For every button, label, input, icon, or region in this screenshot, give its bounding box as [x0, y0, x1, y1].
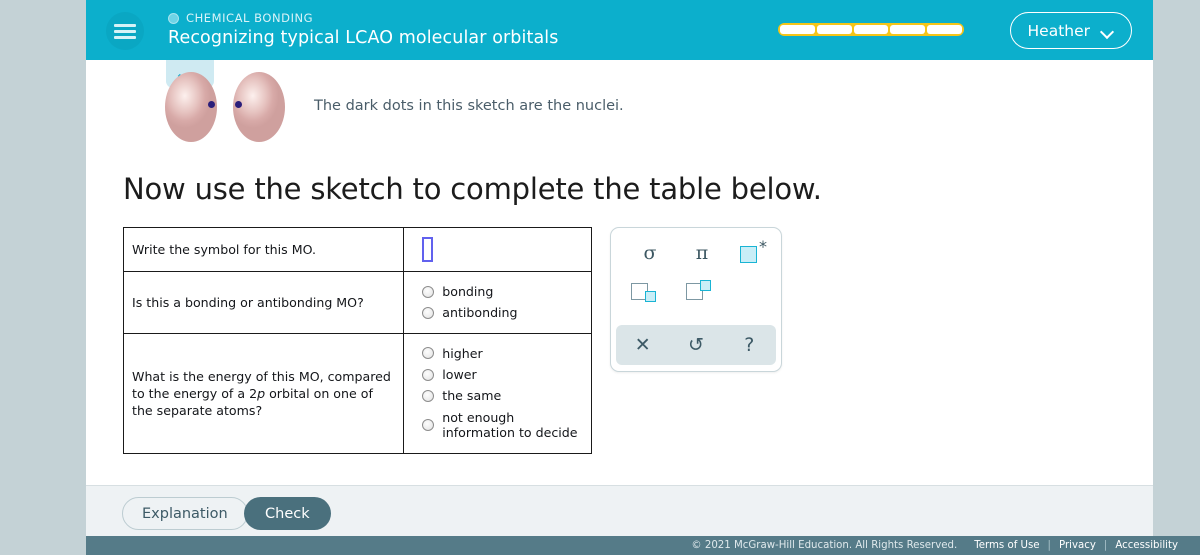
- accessibility-link[interactable]: Accessibility: [1107, 540, 1186, 551]
- table-row: Is this a bonding or antibonding MO? bon…: [122, 271, 592, 334]
- sigma-symbol-button[interactable]: σ: [631, 238, 669, 268]
- radio-icon: [422, 390, 435, 403]
- progress-bar: [778, 23, 964, 36]
- radio-icon: [422, 307, 435, 320]
- table-row: Write the symbol for this MO.: [122, 227, 592, 272]
- symbol-palette-grid: σ π *: [611, 228, 781, 323]
- radio-icon: [422, 347, 435, 360]
- nucleus-dot: [208, 101, 215, 108]
- question-text-italic: p: [257, 385, 266, 401]
- hamburger-icon[interactable]: [106, 12, 144, 50]
- question-cell: Is this a bonding or antibonding MO?: [122, 271, 405, 334]
- question-cell: Write the symbol for this MO.: [122, 227, 405, 272]
- header-text-block: CHEMICAL BONDING Recognizing typical LCA…: [168, 11, 558, 48]
- radio-label: lower: [442, 367, 477, 383]
- radio-option-higher[interactable]: higher: [422, 346, 583, 361]
- privacy-link[interactable]: Privacy: [1051, 540, 1104, 551]
- radio-label: antibonding: [442, 305, 518, 321]
- subscript-icon: [631, 280, 661, 306]
- nucleus-dot: [235, 101, 242, 108]
- radio-label: not enough information to decide: [442, 409, 578, 441]
- symbol-input[interactable]: [422, 237, 434, 262]
- breadcrumb-label: CHEMICAL BONDING: [186, 11, 314, 25]
- page-title: Recognizing typical LCAO molecular orbit…: [168, 28, 559, 48]
- radio-option-the-same[interactable]: the same: [422, 388, 583, 403]
- pi-icon: π: [695, 242, 709, 264]
- hamburger-bar: [114, 24, 136, 27]
- explanation-button[interactable]: Explanation: [122, 497, 248, 530]
- superscript-button[interactable]: [679, 278, 723, 308]
- asterisk-icon: *: [759, 237, 767, 256]
- sigma-icon: σ: [643, 242, 657, 264]
- radio-label: higher: [442, 345, 483, 361]
- placeholder-box-icon: [740, 246, 757, 263]
- terms-of-use-link[interactable]: Terms of Use: [966, 540, 1047, 551]
- progress-segment: [853, 25, 889, 34]
- radio-label: the same: [442, 388, 502, 404]
- progress-segment: [816, 25, 852, 34]
- undo-button[interactable]: ↺: [669, 335, 722, 355]
- page-footer: © 2021 McGraw-Hill Education. All Rights…: [86, 536, 1200, 555]
- user-name-label: Heather: [1027, 21, 1091, 40]
- symbol-palette: σ π * ✕ ↺ ?: [610, 227, 782, 372]
- question-cell: What is the energy of this MO, compared …: [122, 332, 405, 454]
- topic-dot-icon: [168, 12, 179, 24]
- answer-cell: bonding antibonding: [403, 271, 592, 334]
- app-header: CHEMICAL BONDING Recognizing typical LCA…: [86, 0, 1153, 60]
- sketch-note: The dark dots in this sketch are the nuc…: [314, 98, 624, 114]
- hamburger-bar: [114, 36, 136, 39]
- progress-segment: [780, 25, 815, 34]
- hamburger-bar: [114, 30, 136, 33]
- orbital-sketch-area: The dark dots in this sketch are the nuc…: [86, 60, 1153, 160]
- radio-icon: [422, 285, 435, 298]
- antibonding-star-button[interactable]: *: [735, 238, 773, 268]
- breadcrumb: CHEMICAL BONDING: [168, 11, 558, 25]
- palette-actions: ✕ ↺ ?: [616, 325, 776, 365]
- progress-segment: [927, 25, 962, 34]
- user-menu-button[interactable]: Heather: [1009, 12, 1132, 49]
- copyright-text: © 2021 McGraw-Hill Education. All Rights…: [691, 540, 958, 551]
- box-star-icon: *: [740, 237, 768, 265]
- question-table: Write the symbol for this MO. Is this a …: [122, 227, 592, 454]
- app-root: CHEMICAL BONDING Recognizing typical LCA…: [0, 0, 1200, 555]
- answer-cell: higher lower the same not enough informa…: [403, 332, 592, 454]
- radio-icon: [422, 419, 435, 432]
- chevron-down-icon: [1101, 27, 1114, 35]
- action-bar: Explanation Check: [86, 485, 1153, 536]
- table-row: What is the energy of this MO, compared …: [122, 332, 592, 454]
- radio-option-bonding[interactable]: bonding: [422, 284, 583, 299]
- check-button[interactable]: Check: [244, 497, 331, 530]
- pi-symbol-button[interactable]: π: [683, 238, 721, 268]
- help-button[interactable]: ?: [723, 335, 776, 355]
- radio-icon: [422, 368, 435, 381]
- main-heading: Now use the sketch to complete the table…: [123, 172, 822, 206]
- superscript-box-icon: [700, 280, 711, 291]
- radio-label: bonding: [442, 284, 494, 299]
- subscript-button[interactable]: [624, 278, 668, 308]
- radio-option-lower[interactable]: lower: [422, 367, 583, 382]
- radio-option-not-enough-information[interactable]: not enough information to decide: [422, 410, 583, 441]
- clear-button[interactable]: ✕: [616, 335, 669, 355]
- radio-option-antibonding[interactable]: antibonding: [422, 305, 583, 320]
- answer-cell: [403, 227, 592, 272]
- subscript-box-icon: [645, 291, 656, 302]
- progress-segment: [890, 25, 926, 34]
- superscript-icon: [686, 280, 716, 306]
